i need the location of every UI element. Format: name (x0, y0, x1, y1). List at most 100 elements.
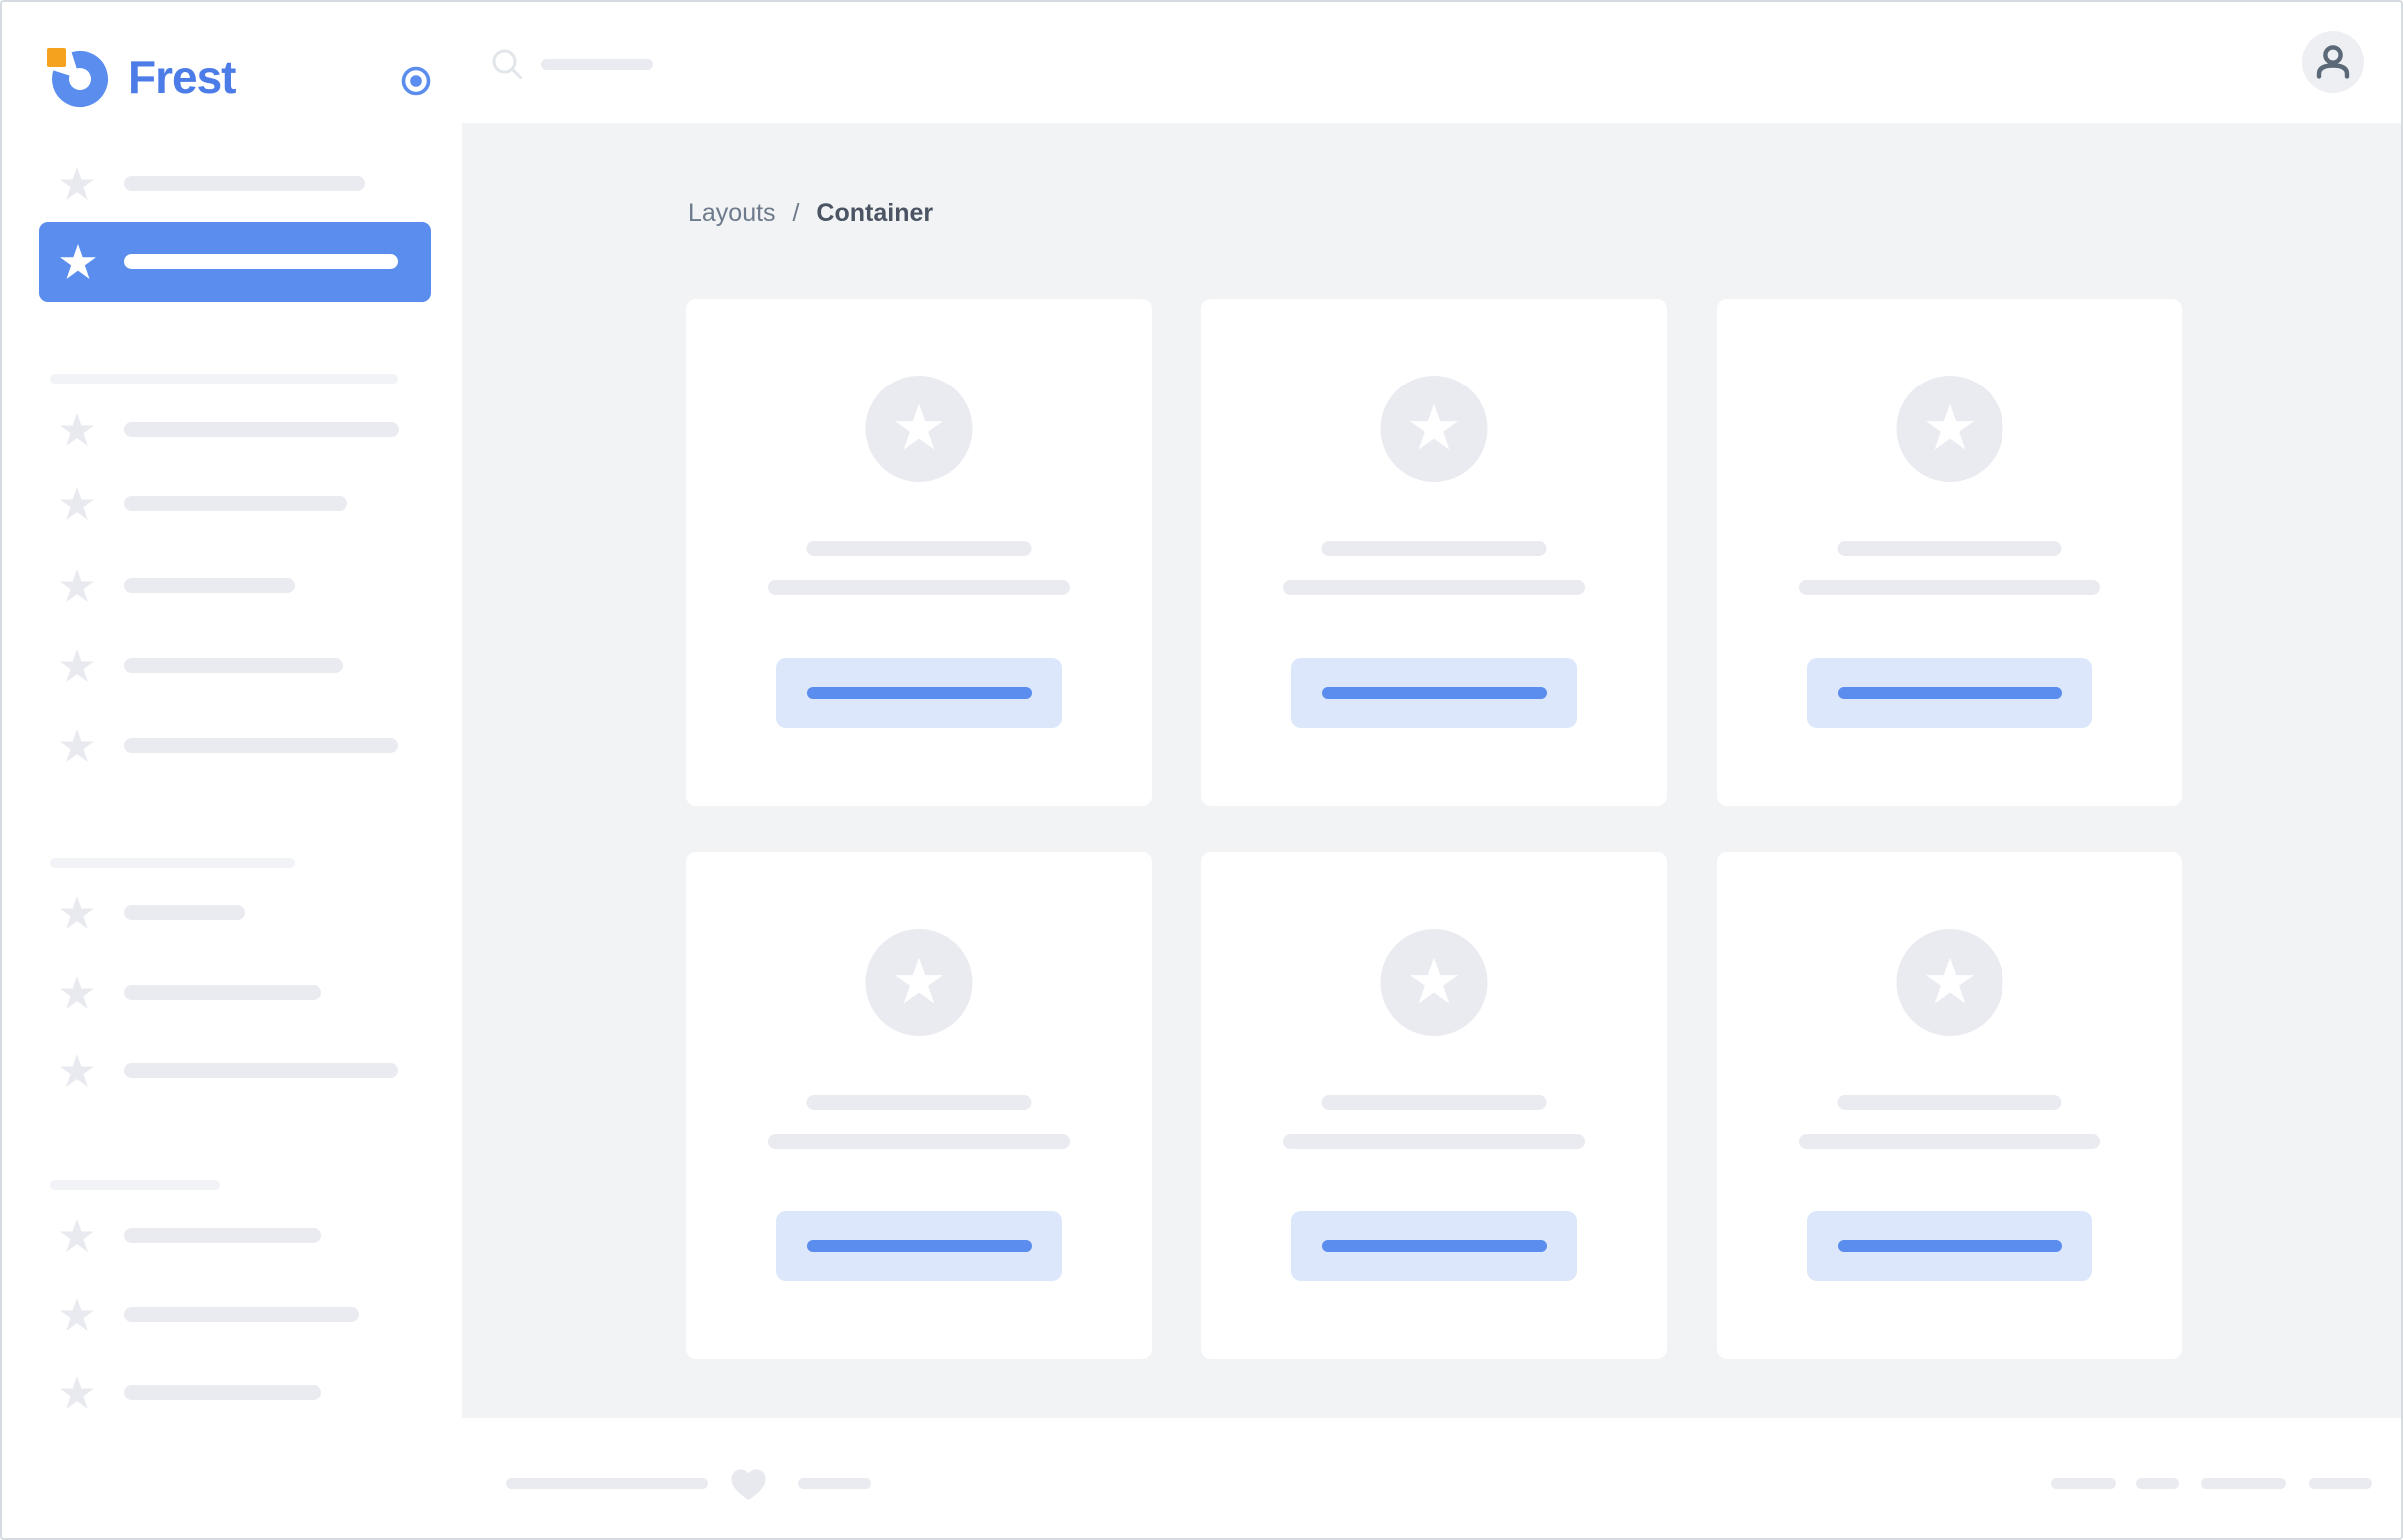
sidebar-section-divider (50, 1180, 220, 1190)
skeleton-line (1837, 1095, 2062, 1110)
skeleton-line (1799, 580, 2100, 595)
brand-logo[interactable]: Frest (46, 46, 236, 108)
sidebar-section-divider (50, 858, 295, 868)
star-icon (1926, 957, 1974, 1004)
star-icon (1410, 403, 1458, 450)
card-badge-circle (865, 376, 973, 482)
frest-logo-icon (47, 48, 108, 107)
footer-link-skeleton[interactable] (2051, 1478, 2116, 1489)
radio-target-icon[interactable] (400, 65, 432, 97)
footer (462, 1418, 2401, 1538)
button-label-skeleton (1321, 687, 1547, 699)
frest-app-window: Frest Layouts / Container (0, 0, 2403, 1540)
content-area: Layouts / Container (462, 123, 2401, 1418)
skeleton-label (124, 905, 245, 920)
breadcrumb: Layouts / Container (688, 199, 933, 228)
skeleton-line (1283, 1134, 1585, 1149)
footer-text-skeleton (506, 1478, 708, 1489)
skeleton-line (806, 1095, 1032, 1110)
star-icon (60, 1298, 94, 1331)
card-action-button[interactable] (1291, 658, 1577, 728)
skeleton-label (124, 1307, 359, 1322)
card-badge-circle (1380, 376, 1488, 482)
logo-accent-square (47, 48, 66, 67)
sidebar-item[interactable] (2, 1275, 462, 1355)
star-icon (1926, 403, 1974, 450)
sidebar-item[interactable] (2, 464, 462, 544)
skeleton-label (124, 1228, 321, 1243)
star-icon (895, 403, 943, 450)
sidebar: Frest (2, 2, 462, 1538)
search-placeholder-skeleton (541, 59, 653, 70)
star-icon (60, 487, 94, 520)
star-icon (60, 976, 94, 1009)
skeleton-label (124, 1385, 321, 1400)
sidebar-item-active[interactable] (39, 222, 431, 302)
star-icon (60, 167, 94, 200)
star-icon (60, 729, 94, 762)
user-icon (2316, 45, 2350, 79)
sidebar-item[interactable] (2, 546, 462, 626)
skeleton-line (768, 1134, 1070, 1149)
skeleton-line (768, 580, 1070, 595)
sidebar-item[interactable] (2, 706, 462, 786)
skeleton-line (1799, 1134, 2100, 1149)
skeleton-label (124, 738, 398, 753)
search-input[interactable] (490, 47, 890, 81)
skeleton-label (124, 985, 321, 1000)
skeleton-label (124, 1063, 398, 1078)
skeleton-label (124, 578, 295, 593)
star-icon (1410, 957, 1458, 1004)
star-icon (60, 413, 94, 446)
star-icon (60, 649, 94, 682)
star-icon (60, 896, 94, 929)
sidebar-item[interactable] (2, 390, 462, 470)
card-action-button[interactable] (1291, 1211, 1577, 1281)
breadcrumb-current: Container (816, 199, 934, 227)
card (686, 852, 1152, 1359)
sidebar-item[interactable] (2, 1196, 462, 1276)
user-avatar-button[interactable] (2302, 31, 2364, 93)
card-badge-circle (1896, 376, 2003, 482)
card-badge-circle (865, 929, 973, 1036)
star-icon (60, 1376, 94, 1409)
star-icon (60, 1054, 94, 1087)
card (1717, 299, 2182, 806)
card-action-button[interactable] (776, 1211, 1062, 1281)
breadcrumb-parent-link[interactable]: Layouts (688, 199, 776, 227)
skeleton-label (124, 658, 343, 673)
sidebar-section-divider (50, 374, 398, 384)
breadcrumb-separator: / (792, 199, 800, 227)
star-icon (60, 569, 94, 602)
button-label-skeleton (1837, 1240, 2062, 1252)
sidebar-item[interactable] (2, 1031, 462, 1111)
skeleton-label (124, 176, 365, 191)
skeleton-label (124, 496, 347, 511)
card-badge-circle (1380, 929, 1488, 1036)
footer-link-skeleton[interactable] (2309, 1478, 2372, 1489)
sidebar-item[interactable] (2, 1353, 462, 1433)
card (1202, 852, 1667, 1359)
skeleton-line (1283, 580, 1585, 595)
card (1202, 299, 1667, 806)
footer-text-skeleton (798, 1478, 871, 1489)
card (686, 299, 1152, 806)
sidebar-item[interactable] (2, 873, 462, 953)
card-action-button[interactable] (776, 658, 1062, 728)
footer-link-skeleton[interactable] (2136, 1478, 2179, 1489)
skeleton-line (1321, 1095, 1547, 1110)
card (1717, 852, 2182, 1359)
card-grid (686, 299, 2182, 1359)
brand-name: Frest (128, 51, 236, 103)
button-label-skeleton (1321, 1240, 1547, 1252)
footer-link-skeleton[interactable] (2201, 1478, 2286, 1489)
skeleton-line (806, 541, 1032, 556)
card-action-button[interactable] (1807, 658, 2092, 728)
sidebar-item[interactable] (2, 953, 462, 1033)
card-action-button[interactable] (1807, 1211, 2092, 1281)
sidebar-item[interactable] (2, 144, 462, 224)
star-icon (60, 1219, 94, 1252)
sidebar-item[interactable] (2, 626, 462, 706)
heart-icon (731, 1469, 766, 1501)
star-icon (895, 957, 943, 1004)
